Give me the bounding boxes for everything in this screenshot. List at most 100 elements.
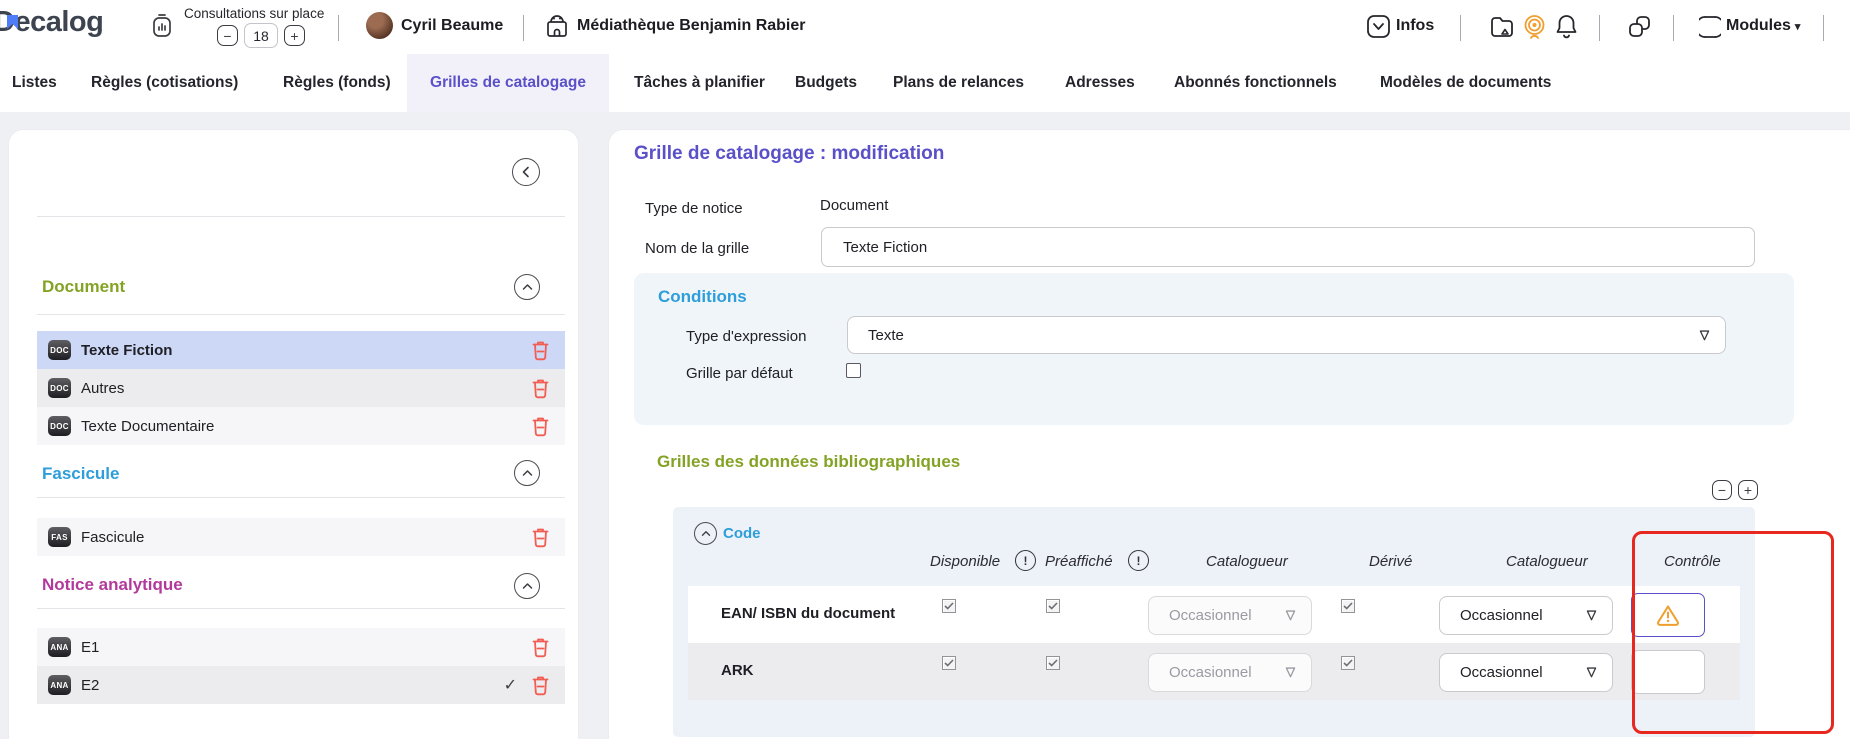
library-name[interactable]: Médiathèque Benjamin Rabier	[577, 17, 806, 35]
minus-icon: −	[223, 27, 232, 44]
table-row-ean-isbn: EAN/ ISBN du document Occasionnel Occasi…	[688, 586, 1740, 643]
modules-menu[interactable]: Modules ▾	[1726, 17, 1800, 35]
grid-name-input[interactable]	[821, 227, 1755, 267]
preaffiche-checkbox[interactable]	[1046, 656, 1060, 670]
tab-abonnes-fonctionnels[interactable]: Abonnés fonctionnels	[1174, 54, 1337, 112]
user-name[interactable]: Cyril Beaume	[401, 17, 503, 35]
tab-adresses[interactable]: Adresses	[1065, 54, 1135, 112]
tab-taches-a-planifier[interactable]: Tâches à planifier	[634, 54, 765, 112]
delete-trash-icon[interactable]	[531, 378, 550, 399]
fas-badge: FAS	[48, 527, 71, 547]
folder-export-icon[interactable]	[1489, 14, 1515, 40]
preaffiche-checkbox[interactable]	[1046, 599, 1060, 613]
collapse-section-notice-button[interactable]	[514, 573, 540, 599]
delete-trash-icon[interactable]	[531, 340, 550, 361]
header-separator	[1460, 15, 1461, 41]
collapse-code-group-button[interactable]	[694, 522, 717, 545]
grid-item-e1[interactable]: ANA E1	[37, 628, 565, 666]
app-logo[interactable]: Decalog	[0, 6, 104, 39]
column-catalogueur-1: Catalogueur	[1206, 553, 1288, 570]
controle-button-open[interactable]	[1631, 593, 1705, 637]
info-icon[interactable]: !	[1015, 550, 1036, 571]
chevron-up-icon	[522, 583, 532, 589]
grid-item-texte-documentaire[interactable]: DOC Texte Documentaire	[37, 407, 565, 445]
tab-grilles-de-catalogage[interactable]: Grilles de catalogage	[407, 54, 609, 112]
catalogueur-select-disabled: Occasionnel	[1148, 653, 1312, 692]
expand-all-button[interactable]: +	[1738, 480, 1758, 500]
counter-value-text: 18	[253, 27, 269, 44]
link-apps-icon[interactable]	[1627, 14, 1653, 40]
user-avatar[interactable]	[366, 12, 393, 39]
warning-triangle-orange-icon	[1657, 605, 1679, 626]
grid-item-label: Texte Fiction	[81, 341, 173, 359]
collapse-section-document-button[interactable]	[514, 274, 540, 300]
grid-item-label: Texte Documentaire	[81, 417, 215, 435]
code-group-label: Code	[723, 525, 761, 542]
catalogueur-select[interactable]: Occasionnel	[1439, 653, 1613, 692]
page-title: Grille de catalogage : modification	[634, 143, 945, 164]
controle-button[interactable]	[1631, 650, 1705, 694]
grid-item-e2[interactable]: ANA E2 ✓	[37, 666, 565, 704]
tab-listes[interactable]: Listes	[12, 54, 57, 112]
default-grid-checkbox[interactable]	[846, 363, 861, 378]
check-icon: ✓	[503, 677, 517, 694]
expression-type-label: Type d'expression	[686, 328, 807, 345]
caret-down-icon: ▾	[1794, 21, 1801, 33]
grid-item-autres[interactable]: DOC Autres	[37, 369, 565, 407]
app-window: Decalog Consultations sur place − 18 + C…	[0, 0, 1850, 739]
grid-item-label: Fascicule	[81, 528, 145, 546]
infos-label[interactable]: Infos	[1396, 17, 1434, 35]
field-label: ARK	[721, 662, 754, 679]
counter-value[interactable]: 18	[244, 23, 278, 48]
delete-trash-icon[interactable]	[531, 637, 550, 658]
ana-badge: ANA	[48, 675, 71, 695]
tab-budgets[interactable]: Budgets	[795, 54, 857, 112]
field-label: EAN/ ISBN du document	[721, 605, 896, 622]
counter-minus-button[interactable]: −	[217, 25, 238, 46]
notifications-bell-icon[interactable]	[1554, 13, 1579, 41]
catalogueur-value: Occasionnel	[1460, 607, 1543, 624]
counter-plus-button[interactable]: +	[284, 25, 305, 46]
visit-counter-icon	[153, 14, 171, 37]
exclamation-glyph: !	[1136, 553, 1141, 568]
header-separator	[1823, 15, 1824, 41]
header-separator	[523, 15, 524, 41]
tab-plans-de-relances[interactable]: Plans de relances	[893, 54, 1024, 112]
info-icon[interactable]: !	[1128, 550, 1149, 571]
header-separator	[1673, 15, 1674, 41]
infos-icon[interactable]	[1366, 14, 1391, 39]
tab-regles-fonds[interactable]: Règles (fonds)	[283, 54, 391, 112]
sidebar-divider	[37, 497, 565, 498]
column-preaffiche: Préaffiché	[1045, 553, 1113, 570]
collapse-sidebar-button[interactable]	[512, 158, 540, 186]
collapse-section-fascicule-button[interactable]	[514, 460, 540, 486]
catalogueur-select-disabled: Occasionnel	[1148, 596, 1312, 635]
catalogueur-select[interactable]: Occasionnel	[1439, 596, 1613, 635]
tab-modeles-de-documents[interactable]: Modèles de documents	[1380, 54, 1551, 112]
header-separator	[338, 15, 339, 41]
disponible-checkbox[interactable]	[942, 599, 956, 613]
grid-item-texte-fiction[interactable]: DOC Texte Fiction	[37, 331, 565, 369]
broadcast-signal-icon[interactable]	[1522, 14, 1547, 41]
delete-trash-icon[interactable]	[531, 675, 550, 696]
catalogueur-value: Occasionnel	[1169, 664, 1252, 681]
expression-type-select[interactable]: Texte	[847, 316, 1726, 354]
tab-regles-cotisations[interactable]: Règles (cotisations)	[91, 54, 238, 112]
modules-cylinder-icon[interactable]	[1699, 14, 1721, 40]
catalogueur-value: Occasionnel	[1460, 664, 1543, 681]
conditions-panel: Conditions Type d'expression Texte Grill…	[634, 273, 1794, 425]
grid-item-fascicule[interactable]: FAS Fascicule	[37, 518, 565, 556]
record-type-label: Type de notice	[645, 200, 743, 217]
grid-item-label: E1	[81, 638, 100, 656]
derive-checkbox[interactable]	[1341, 656, 1355, 670]
column-disponible: Disponible	[930, 553, 1001, 570]
plus-icon: +	[1743, 482, 1753, 498]
chevron-up-icon	[522, 470, 532, 476]
disponible-checkbox[interactable]	[942, 656, 956, 670]
header-separator	[1599, 15, 1600, 41]
dropdown-arrow-icon	[1699, 329, 1710, 340]
collapse-all-button[interactable]: −	[1712, 480, 1732, 500]
derive-checkbox[interactable]	[1341, 599, 1355, 613]
delete-trash-icon[interactable]	[531, 527, 550, 548]
delete-trash-icon[interactable]	[531, 416, 550, 437]
